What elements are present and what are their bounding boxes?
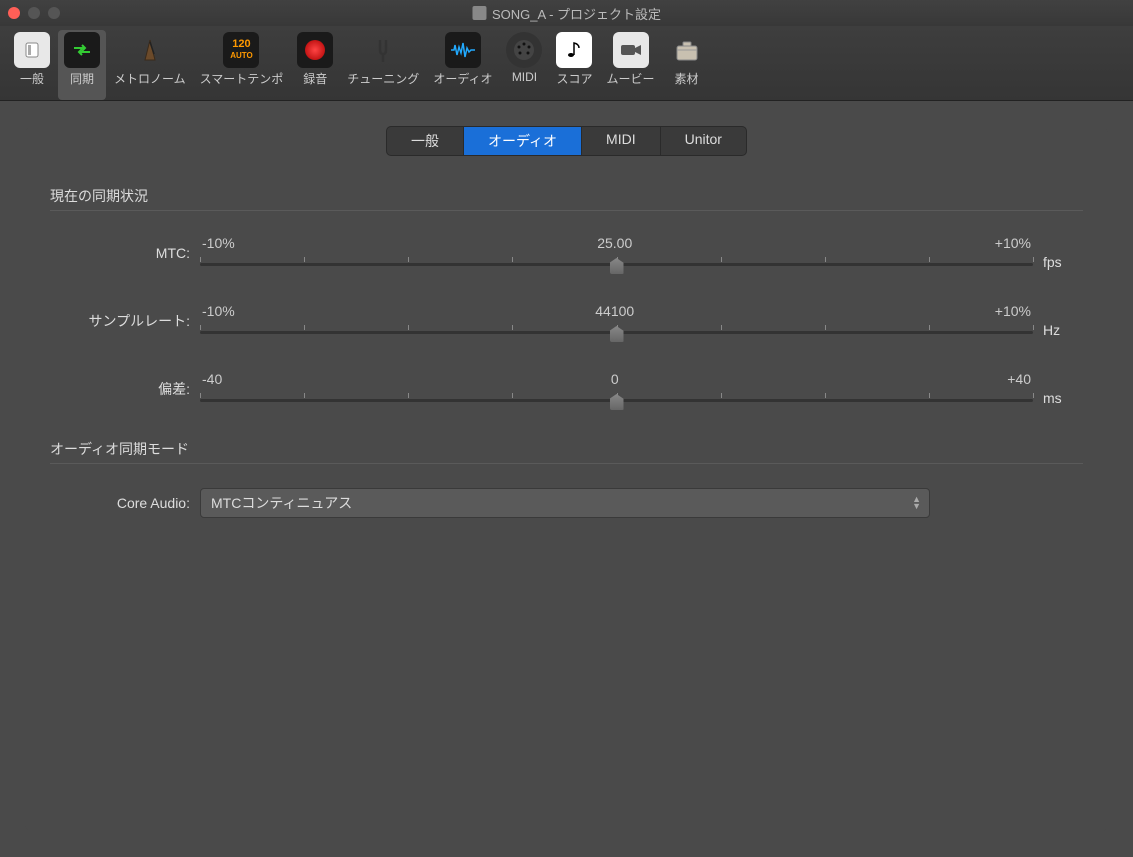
tuning-fork-icon xyxy=(365,32,401,68)
sync-icon xyxy=(64,32,100,68)
tab-audio[interactable]: オーディオ xyxy=(464,127,582,155)
slider-samplerate-label: サンプルレート: xyxy=(50,311,200,331)
slider-mtc-label: MTC: xyxy=(50,245,200,261)
core-audio-label: Core Audio: xyxy=(50,495,200,511)
slider-offset[interactable] xyxy=(200,393,1033,407)
tempo-icon: 120AUTO xyxy=(223,32,259,68)
score-icon xyxy=(556,32,592,68)
window-title: SONG_A - プロジェクト設定 xyxy=(472,4,661,23)
slider-samplerate-row: サンプルレート: -10% 44100 +10% Hz xyxy=(50,303,1083,339)
slider-thumb-icon[interactable] xyxy=(610,326,624,342)
slider-value: 44100 xyxy=(595,303,634,319)
zoom-icon[interactable] xyxy=(48,7,60,19)
core-audio-row: Core Audio: MTCコンティニュアス ▲▼ xyxy=(50,488,1083,518)
window-title-text: SONG_A - プロジェクト設定 xyxy=(492,4,661,23)
record-icon xyxy=(297,32,333,68)
section-sync-mode-title: オーディオ同期モード xyxy=(50,439,1083,459)
slider-value: 25.00 xyxy=(597,235,632,251)
settings-panel: 一般 オーディオ MIDI Unitor 現在の同期状況 MTC: -10% 2… xyxy=(25,126,1108,832)
document-icon xyxy=(472,6,486,20)
toolbar-general[interactable]: 一般 xyxy=(8,30,56,100)
project-settings-window: SONG_A - プロジェクト設定 一般 同期 メトロノーム 120AUTO xyxy=(0,0,1133,857)
toolbar-metronome[interactable]: メトロノーム xyxy=(108,30,192,100)
switch-icon xyxy=(14,32,50,68)
core-audio-select[interactable]: MTCコンティニュアス ▲▼ xyxy=(200,488,930,518)
sub-tabs: 一般 オーディオ MIDI Unitor xyxy=(50,126,1083,156)
section-sync-status-title: 現在の同期状況 xyxy=(50,186,1083,206)
content-area: 一般 オーディオ MIDI Unitor 現在の同期状況 MTC: -10% 2… xyxy=(0,101,1133,857)
slider-min: -10% xyxy=(202,235,235,251)
toolbar-midi[interactable]: MIDI xyxy=(500,30,548,100)
tab-midi[interactable]: MIDI xyxy=(582,127,661,155)
toolbar-tuning[interactable]: チューニング xyxy=(341,30,425,100)
tab-unitor[interactable]: Unitor xyxy=(661,127,746,155)
slider-min: -40 xyxy=(202,371,222,387)
slider-thumb-icon[interactable] xyxy=(610,258,624,274)
slider-samplerate[interactable] xyxy=(200,325,1033,339)
toolbar-label: メトロノーム xyxy=(114,70,186,87)
slider-unit: fps xyxy=(1033,236,1083,270)
toolbar-label: スコア xyxy=(556,70,592,87)
slider-min: -10% xyxy=(202,303,235,319)
select-value: MTCコンティニュアス xyxy=(211,495,352,511)
toolbar-sync[interactable]: 同期 xyxy=(58,30,106,100)
toolbar-label: 録音 xyxy=(303,70,327,87)
window-controls xyxy=(8,7,60,19)
camera-icon xyxy=(613,32,649,68)
slider-unit: ms xyxy=(1033,372,1083,406)
toolbar-label: ムービー xyxy=(607,70,655,87)
slider-value: 0 xyxy=(611,371,619,387)
slider-offset-label: 偏差: xyxy=(50,379,200,399)
toolbar-label: スマートテンポ xyxy=(200,70,284,87)
toolbar-audio[interactable]: オーディオ xyxy=(427,30,498,100)
toolbar-label: 素材 xyxy=(675,70,699,87)
briefcase-icon xyxy=(669,32,705,68)
slider-max: +10% xyxy=(995,235,1031,251)
toolbar-assets[interactable]: 素材 xyxy=(663,30,711,100)
minimize-icon[interactable] xyxy=(28,7,40,19)
close-icon[interactable] xyxy=(8,7,20,19)
toolbar-label: オーディオ xyxy=(433,70,492,87)
toolbar-label: チューニング xyxy=(347,70,419,87)
slider-max: +10% xyxy=(995,303,1031,319)
titlebar: SONG_A - プロジェクト設定 xyxy=(0,0,1133,26)
divider xyxy=(50,463,1083,464)
toolbar-smart-tempo[interactable]: 120AUTO スマートテンポ xyxy=(194,30,290,100)
tab-general[interactable]: 一般 xyxy=(387,127,464,155)
slider-offset-row: 偏差: -40 0 +40 ms xyxy=(50,371,1083,407)
chevron-updown-icon: ▲▼ xyxy=(912,496,921,510)
toolbar-label: 同期 xyxy=(70,70,94,87)
toolbar-score[interactable]: スコア xyxy=(550,30,598,100)
toolbar-label: 一般 xyxy=(20,70,44,87)
metronome-icon xyxy=(132,32,168,68)
slider-unit: Hz xyxy=(1033,304,1083,338)
midi-icon xyxy=(506,32,542,68)
toolbar-record[interactable]: 録音 xyxy=(291,30,339,100)
toolbar-movie[interactable]: ムービー xyxy=(601,30,661,100)
waveform-icon xyxy=(445,32,481,68)
toolbar: 一般 同期 メトロノーム 120AUTO スマートテンポ 録音 xyxy=(0,26,1133,101)
slider-max: +40 xyxy=(1007,371,1031,387)
divider xyxy=(50,210,1083,211)
slider-mtc[interactable] xyxy=(200,257,1033,271)
slider-thumb-icon[interactable] xyxy=(610,394,624,410)
slider-mtc-row: MTC: -10% 25.00 +10% fps xyxy=(50,235,1083,271)
toolbar-label: MIDI xyxy=(512,70,537,84)
